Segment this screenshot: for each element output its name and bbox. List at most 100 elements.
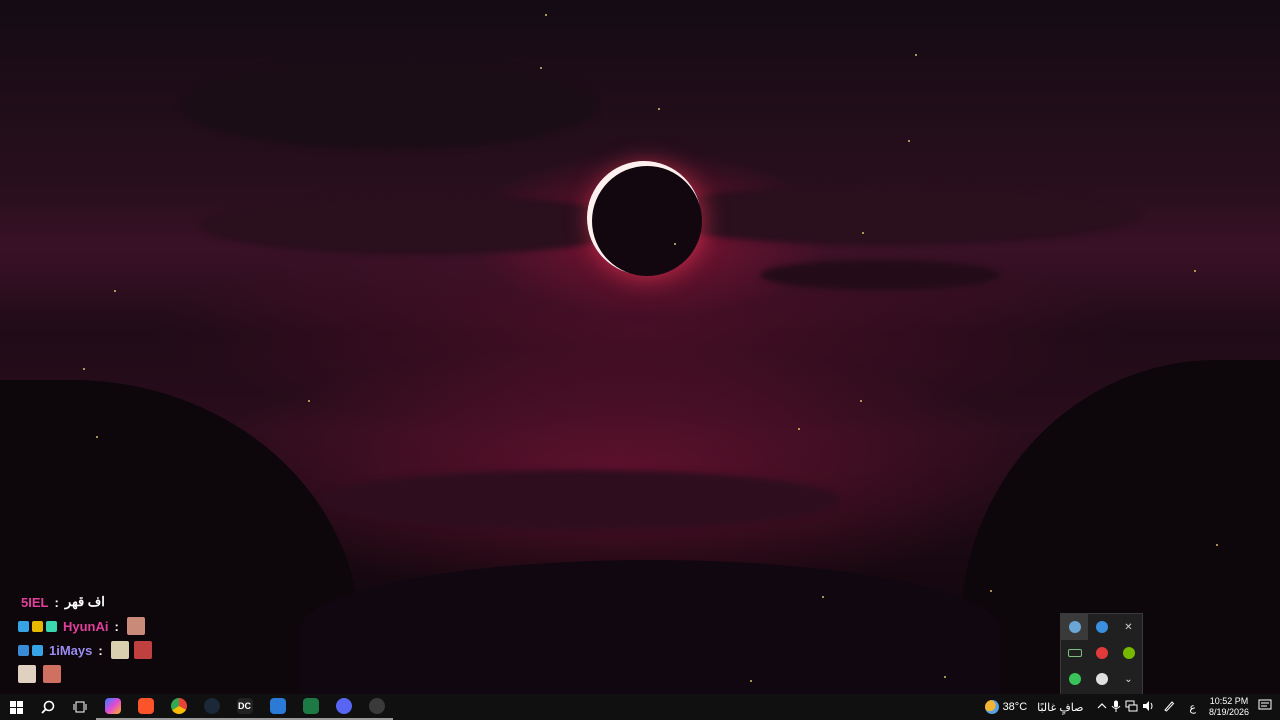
tray-obs-icon xyxy=(1095,673,1108,685)
chat-overlay: 5IEL: اف قهر HyunAi:1iMays: xyxy=(18,590,218,686)
microphone-icon[interactable] xyxy=(1111,700,1121,715)
wallpaper-star xyxy=(750,680,752,682)
language-indicator[interactable]: ع xyxy=(1189,701,1196,714)
discord-button[interactable] xyxy=(327,694,360,720)
wallpaper-star xyxy=(674,243,676,245)
dc-icon: DC xyxy=(236,698,253,714)
steam-button[interactable] xyxy=(195,694,228,720)
chrome-icon xyxy=(170,698,187,714)
chat-emote-icon xyxy=(133,641,152,659)
wallpaper-star xyxy=(862,232,864,234)
chat-line-continuation xyxy=(18,662,218,686)
chat-username: HyunAi xyxy=(63,618,109,634)
chat-line: 5IEL: اف قهر xyxy=(18,590,218,614)
window-icon xyxy=(269,698,286,714)
excel-button[interactable] xyxy=(294,694,327,720)
task-view-icon xyxy=(73,701,87,713)
wallpaper-mountain xyxy=(300,560,1000,694)
tray-popup-item[interactable]: ✕ xyxy=(1115,614,1142,640)
discord-icon xyxy=(335,698,352,714)
chat-username: 5IEL xyxy=(21,594,49,610)
chat-emote-icon xyxy=(18,665,36,683)
wallpaper-star xyxy=(308,400,310,402)
wallpaper-eclipse xyxy=(592,166,702,276)
weather-temp: 38°C xyxy=(1002,701,1028,713)
tray-epic-icon xyxy=(1095,647,1108,659)
tray-close-icon: ✕ xyxy=(1124,621,1133,633)
tray-popup-item[interactable]: ⌄ xyxy=(1115,666,1142,692)
chat-username: 1iMays xyxy=(49,642,93,658)
tray-popup-item[interactable] xyxy=(1061,640,1088,666)
wallpaper-star xyxy=(658,108,660,110)
wallpaper-star xyxy=(114,290,116,292)
copilot-icon xyxy=(104,698,121,714)
chat-separator: : xyxy=(114,618,119,634)
weather-widget[interactable]: 38°C صافٍ غالبًا xyxy=(984,700,1084,714)
chat-emote-icon xyxy=(110,641,129,659)
wallpaper-star xyxy=(798,428,800,430)
brave-icon xyxy=(137,698,154,714)
start-button[interactable] xyxy=(0,694,32,720)
wallpaper-star xyxy=(860,400,862,402)
volume-icon[interactable] xyxy=(1142,700,1155,715)
notification-icon xyxy=(1258,699,1272,710)
notification-button[interactable] xyxy=(1258,699,1272,715)
wallpaper-star xyxy=(915,54,917,56)
weather-desc: صافٍ غالبًا xyxy=(1037,701,1084,714)
search-icon xyxy=(41,700,55,714)
tray-overflow-popup: ✕ ⌄ xyxy=(1060,613,1143,695)
editor-button[interactable] xyxy=(261,694,294,720)
chat-line: 1iMays: xyxy=(18,638,218,662)
excel-icon xyxy=(302,698,319,714)
chat-emote-icon xyxy=(126,617,145,635)
task-view-button[interactable] xyxy=(64,694,96,720)
windows-logo xyxy=(9,700,23,714)
wallpaper-star xyxy=(96,436,98,438)
wallpaper-star xyxy=(1194,270,1196,272)
chat-badge-icon xyxy=(32,620,43,632)
tray-popup-item[interactable] xyxy=(1088,614,1115,640)
tray-popup-item[interactable] xyxy=(1115,640,1142,666)
wallpaper-star xyxy=(990,590,992,592)
tray-arrow-icon: ⌄ xyxy=(1124,673,1133,685)
weather-icon xyxy=(984,700,999,714)
chrome-button[interactable] xyxy=(162,694,195,720)
wallpaper-star xyxy=(545,14,547,16)
clock-time: 10:52 PM xyxy=(1209,696,1249,706)
chat-separator: : xyxy=(98,642,103,658)
chat-message: اف قهر xyxy=(64,594,105,609)
pen-icon[interactable] xyxy=(1163,700,1175,715)
wallpaper-star xyxy=(944,676,946,678)
wallpaper-star xyxy=(540,67,542,69)
chat-badge-icon xyxy=(32,644,43,656)
copilot-button[interactable] xyxy=(96,694,129,720)
tray-popup-item[interactable] xyxy=(1088,666,1115,692)
chat-badge-icon xyxy=(46,620,57,632)
taskbar-apps: DC xyxy=(0,694,393,720)
wallpaper-cloud xyxy=(320,470,840,530)
tray-popup-item[interactable] xyxy=(1061,614,1088,640)
wallpaper-star xyxy=(83,368,85,370)
dc-button[interactable]: DC xyxy=(228,694,261,720)
wallpaper-cloud xyxy=(760,260,1000,290)
obs-icon xyxy=(368,698,385,714)
tray-popup-item[interactable] xyxy=(1088,640,1115,666)
system-tray: 38°C صافٍ غالبًا ع 10:52 PM 8/19/2026 xyxy=(981,694,1280,720)
wallpaper-star xyxy=(908,140,910,142)
chevron-up-icon xyxy=(1097,702,1107,708)
clock[interactable]: 10:52 PM 8/19/2026 xyxy=(1206,696,1252,718)
tray-nvidia-icon xyxy=(1122,647,1135,659)
obs-button[interactable] xyxy=(360,694,393,720)
network-icon[interactable] xyxy=(1125,700,1138,715)
wallpaper-cloud xyxy=(640,185,1140,245)
show-hidden-icons-button[interactable] xyxy=(1097,701,1107,714)
steam-icon xyxy=(203,698,220,714)
tray-popup-item[interactable] xyxy=(1061,666,1088,692)
tray-steam-icon xyxy=(1068,621,1081,633)
taskbar: DC 38°C صافٍ غالبًا ع 10:52 PM 8/19/2026 xyxy=(0,694,1280,720)
search-button[interactable] xyxy=(32,694,64,720)
chat-badge-icon xyxy=(18,620,29,632)
brave-button[interactable] xyxy=(129,694,162,720)
wallpaper-star xyxy=(1216,544,1218,546)
chat-separator: : xyxy=(54,594,59,610)
